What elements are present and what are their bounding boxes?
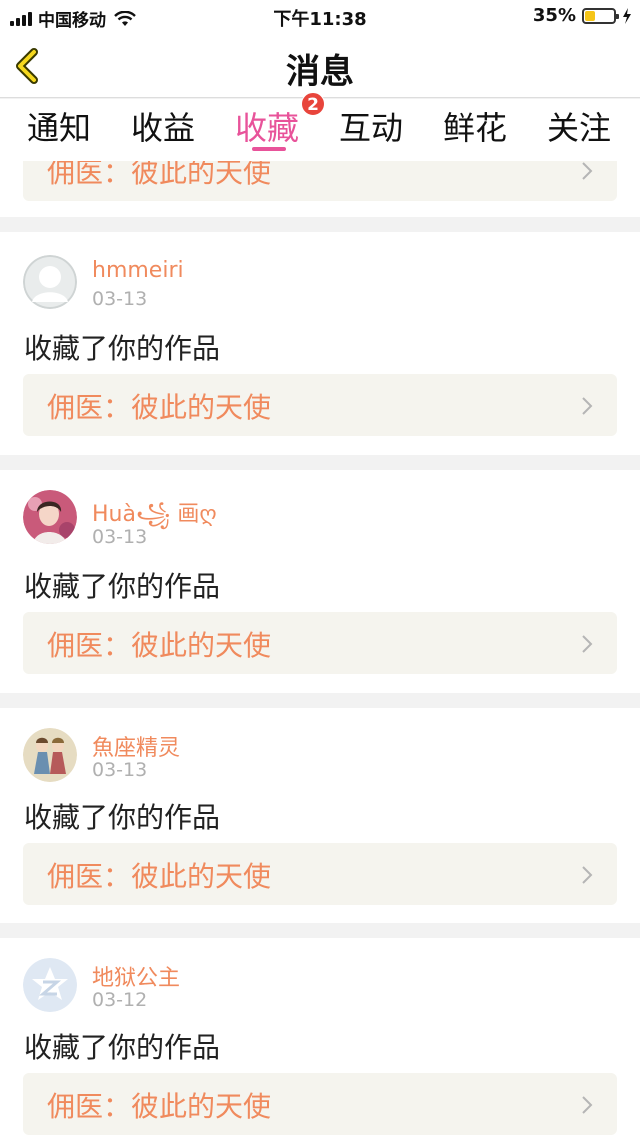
work-link[interactable]: 佣医：彼此的天使	[23, 161, 617, 201]
nav-bar: 消息	[0, 32, 640, 98]
timestamp: 03-13	[92, 526, 148, 548]
photo-avatar[interactable]	[23, 490, 77, 544]
work-title: 佣医：彼此的天使	[47, 629, 272, 662]
action-text: 收藏了你的作品	[24, 801, 221, 834]
unread-badge: 2	[301, 92, 325, 116]
status-right: 35%	[533, 5, 632, 26]
default-avatar-icon[interactable]	[23, 255, 77, 309]
chevron-right-icon	[582, 866, 593, 884]
active-tab-indicator	[252, 147, 286, 151]
status-bar: 中国移动 下午11:38 35%	[0, 0, 640, 32]
battery-percent: 35%	[532, 5, 576, 26]
tab-favorites[interactable]: 收藏	[235, 103, 299, 149]
action-text: 收藏了你的作品	[24, 1031, 221, 1064]
illustration-avatar[interactable]	[23, 728, 77, 782]
work-title: 佣医：彼此的天使	[47, 391, 272, 424]
action-text: 收藏了你的作品	[24, 332, 221, 365]
timestamp: 03-12	[92, 989, 148, 1011]
list-item: 佣医：彼此的天使	[0, 161, 640, 217]
chevron-right-icon	[582, 635, 593, 653]
page-title: 消息	[286, 52, 354, 92]
list-item: 地狱公主 03-12 收藏了你的作品 佣医：彼此的天使	[0, 938, 640, 1138]
username-link[interactable]: 魚座精灵	[92, 730, 180, 762]
tab-earnings[interactable]: 收益	[131, 103, 195, 149]
list-item: 魚座精灵 03-13 收藏了你的作品 佣医：彼此的天使	[0, 708, 640, 923]
timestamp: 03-13	[92, 759, 148, 781]
chevron-right-icon	[582, 1096, 593, 1114]
tab-notifications[interactable]: 通知	[27, 103, 91, 149]
timestamp: 03-13	[92, 288, 148, 310]
message-feed: 佣医：彼此的天使 hmmeiri 03-13 收藏了你的作品 佣医：彼此的天使	[0, 161, 640, 1138]
work-link[interactable]: 佣医：彼此的天使	[23, 1073, 617, 1135]
username-link[interactable]: 地狱公主	[92, 960, 180, 992]
charging-bolt-icon	[623, 7, 631, 24]
list-item: hmmeiri 03-13 收藏了你的作品 佣医：彼此的天使	[0, 232, 640, 455]
work-link[interactable]: 佣医：彼此的天使	[23, 612, 617, 674]
work-link[interactable]: 佣医：彼此的天使	[23, 374, 617, 436]
list-item: Huà꧁ 画ღ 03-13 收藏了你的作品 佣医：彼此的天使	[0, 470, 640, 693]
work-title: 佣医：彼此的天使	[47, 1090, 272, 1123]
battery-level	[585, 10, 595, 21]
work-title: 佣医：彼此的天使	[47, 860, 272, 893]
tab-favorites-label: 收藏	[235, 109, 300, 147]
tab-flowers[interactable]: 鲜花	[443, 103, 507, 149]
action-text: 收藏了你的作品	[24, 570, 221, 603]
work-link[interactable]: 佣医：彼此的天使	[23, 843, 617, 905]
tab-interactions[interactable]: 互动	[339, 103, 403, 149]
chevron-right-icon	[582, 397, 593, 415]
battery-icon	[582, 7, 619, 24]
tab-following[interactable]: 关注	[547, 103, 611, 149]
chevron-right-icon	[582, 162, 593, 180]
tab-bar: 通知 收益 收藏 2 互动 鲜花 关注	[0, 92, 640, 161]
username-link[interactable]: hmmeiri	[92, 258, 184, 283]
qzone-avatar-icon[interactable]	[23, 958, 77, 1012]
work-title: 佣医：彼此的天使	[47, 161, 272, 189]
